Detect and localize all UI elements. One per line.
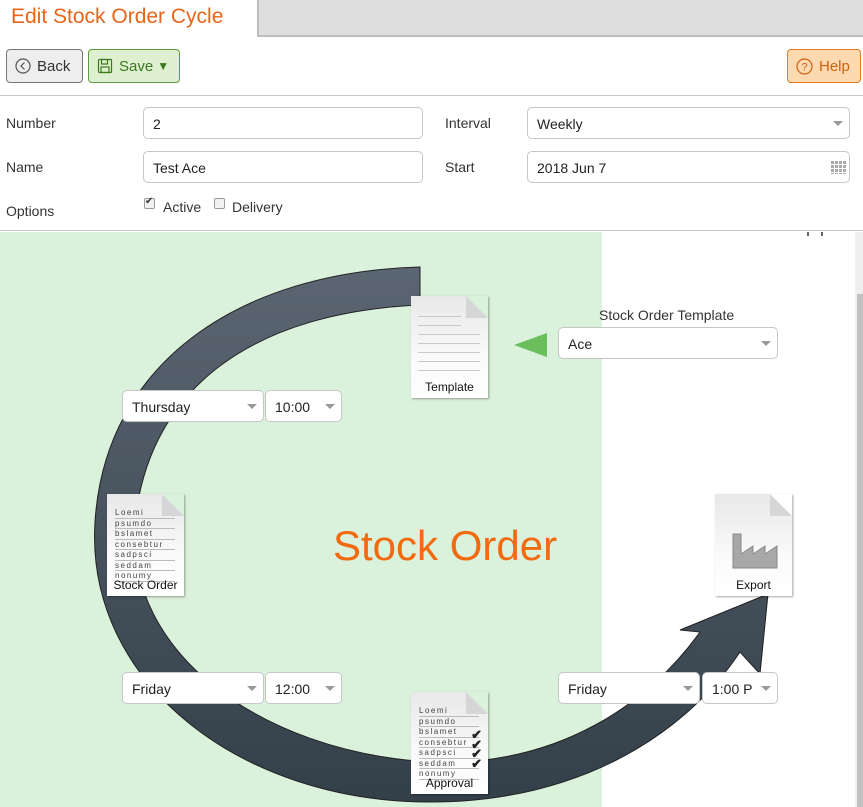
- start-label: Start: [445, 159, 475, 175]
- approval-doc[interactable]: Loemi psumdo bslamet consebtur sadpsci s…: [411, 692, 488, 794]
- dropdown-arrow-icon: [325, 686, 335, 691]
- dropdown-arrow-icon: [833, 121, 843, 126]
- active-checkbox[interactable]: [144, 196, 155, 209]
- stock-order-time-value: 10:00: [275, 399, 311, 415]
- number-value: 2: [153, 116, 161, 132]
- number-label: Number: [6, 115, 56, 131]
- export-day-select[interactable]: Friday: [558, 672, 700, 704]
- stock-order-time-select[interactable]: 10:00: [265, 390, 342, 422]
- name-label: Name: [6, 159, 44, 175]
- export-label: Export: [736, 578, 771, 592]
- delivery-checkbox[interactable]: [214, 198, 225, 209]
- export-time-value: 1:00 P: [712, 681, 753, 697]
- dropdown-arrow-icon: [247, 686, 257, 691]
- toolbar: Back Save ▼ ? Help: [0, 37, 863, 96]
- page-fold: [770, 494, 792, 516]
- stock-order-label: Stock Order: [113, 578, 178, 592]
- save-button[interactable]: Save ▼: [88, 49, 180, 83]
- checkmarks-icon: ✔ ✔ ✔ ✔: [471, 727, 482, 771]
- caret-down-icon[interactable]: ▼: [157, 59, 169, 73]
- approval-label: Approval: [425, 776, 474, 790]
- approval-day-value: Friday: [132, 681, 171, 697]
- back-button[interactable]: Back: [6, 49, 83, 83]
- export-doc[interactable]: Export: [715, 494, 792, 596]
- name-input[interactable]: Test Ace: [143, 151, 423, 183]
- diagram-title: Stock Order: [333, 522, 558, 569]
- approval-day-select[interactable]: Friday: [122, 672, 264, 704]
- template-label: Template: [425, 380, 474, 394]
- factory-icon: [732, 533, 778, 569]
- save-label: Save: [119, 57, 154, 75]
- export-day-value: Friday: [568, 681, 607, 697]
- dropdown-arrow-icon: [761, 341, 771, 346]
- dropdown-arrow-icon: [761, 686, 771, 691]
- calendar-icon[interactable]: [830, 160, 846, 174]
- doc-text-icon: Loemi psumdo bslamet consebtur sadpsci s…: [419, 706, 479, 780]
- cycle-diagram: Stock Order Template Stock Order Templat…: [0, 232, 863, 807]
- stock-order-doc[interactable]: Loemi psumdo bslamet consebtur sadpsci s…: [107, 494, 184, 596]
- approval-time-select[interactable]: 12:00: [265, 672, 342, 704]
- svg-text:?: ?: [801, 61, 807, 73]
- start-date-input[interactable]: 2018 Jun 7: [527, 151, 850, 183]
- back-label: Back: [37, 57, 71, 75]
- approval-time-value: 12:00: [275, 681, 311, 697]
- page-fold: [466, 296, 488, 318]
- stock-order-day-select[interactable]: Thursday: [122, 390, 264, 422]
- cycle-form: Number 2 Name Test Ace Options Active De…: [0, 96, 863, 231]
- question-circle-icon: ?: [796, 57, 813, 75]
- options-label: Options: [6, 203, 55, 219]
- tab-edit-stock-order-cycle[interactable]: Edit Stock Order Cycle: [0, 0, 257, 37]
- active-label[interactable]: Active: [163, 199, 201, 215]
- tab-bar-filler: [257, 0, 863, 37]
- pointer-arrow-icon: [514, 333, 547, 357]
- doc-lines-icon: [418, 316, 480, 379]
- help-label: Help: [819, 57, 850, 75]
- interval-label: Interval: [445, 115, 491, 131]
- back-circle-icon: [15, 58, 31, 74]
- delivery-label[interactable]: Delivery: [232, 199, 283, 215]
- scrollbar-thumb[interactable]: [857, 294, 863, 807]
- dropdown-arrow-icon: [325, 404, 335, 409]
- export-time-select[interactable]: 1:00 P: [702, 672, 778, 704]
- template-select-value: Ace: [568, 336, 593, 352]
- template-select-label: Stock Order Template: [599, 307, 735, 323]
- doc-text-icon: Loemi psumdo bslamet consebtur sadpsci s…: [115, 508, 175, 582]
- dropdown-arrow-icon: [247, 404, 257, 409]
- interval-select[interactable]: Weekly: [527, 107, 850, 139]
- template-doc[interactable]: Template: [411, 296, 488, 398]
- dropdown-arrow-icon: [683, 686, 693, 691]
- start-value: 2018 Jun 7: [537, 160, 607, 176]
- vertical-scrollbar[interactable]: [855, 232, 863, 807]
- tab-bar: Edit Stock Order Cycle: [0, 0, 863, 37]
- help-button[interactable]: ? Help: [787, 49, 861, 83]
- interval-value: Weekly: [537, 116, 583, 132]
- stock-order-day-value: Thursday: [132, 399, 191, 415]
- floppy-disk-icon: [97, 58, 113, 74]
- template-select[interactable]: Ace: [558, 327, 778, 359]
- name-value: Test Ace: [153, 160, 206, 176]
- number-input[interactable]: 2: [143, 107, 423, 139]
